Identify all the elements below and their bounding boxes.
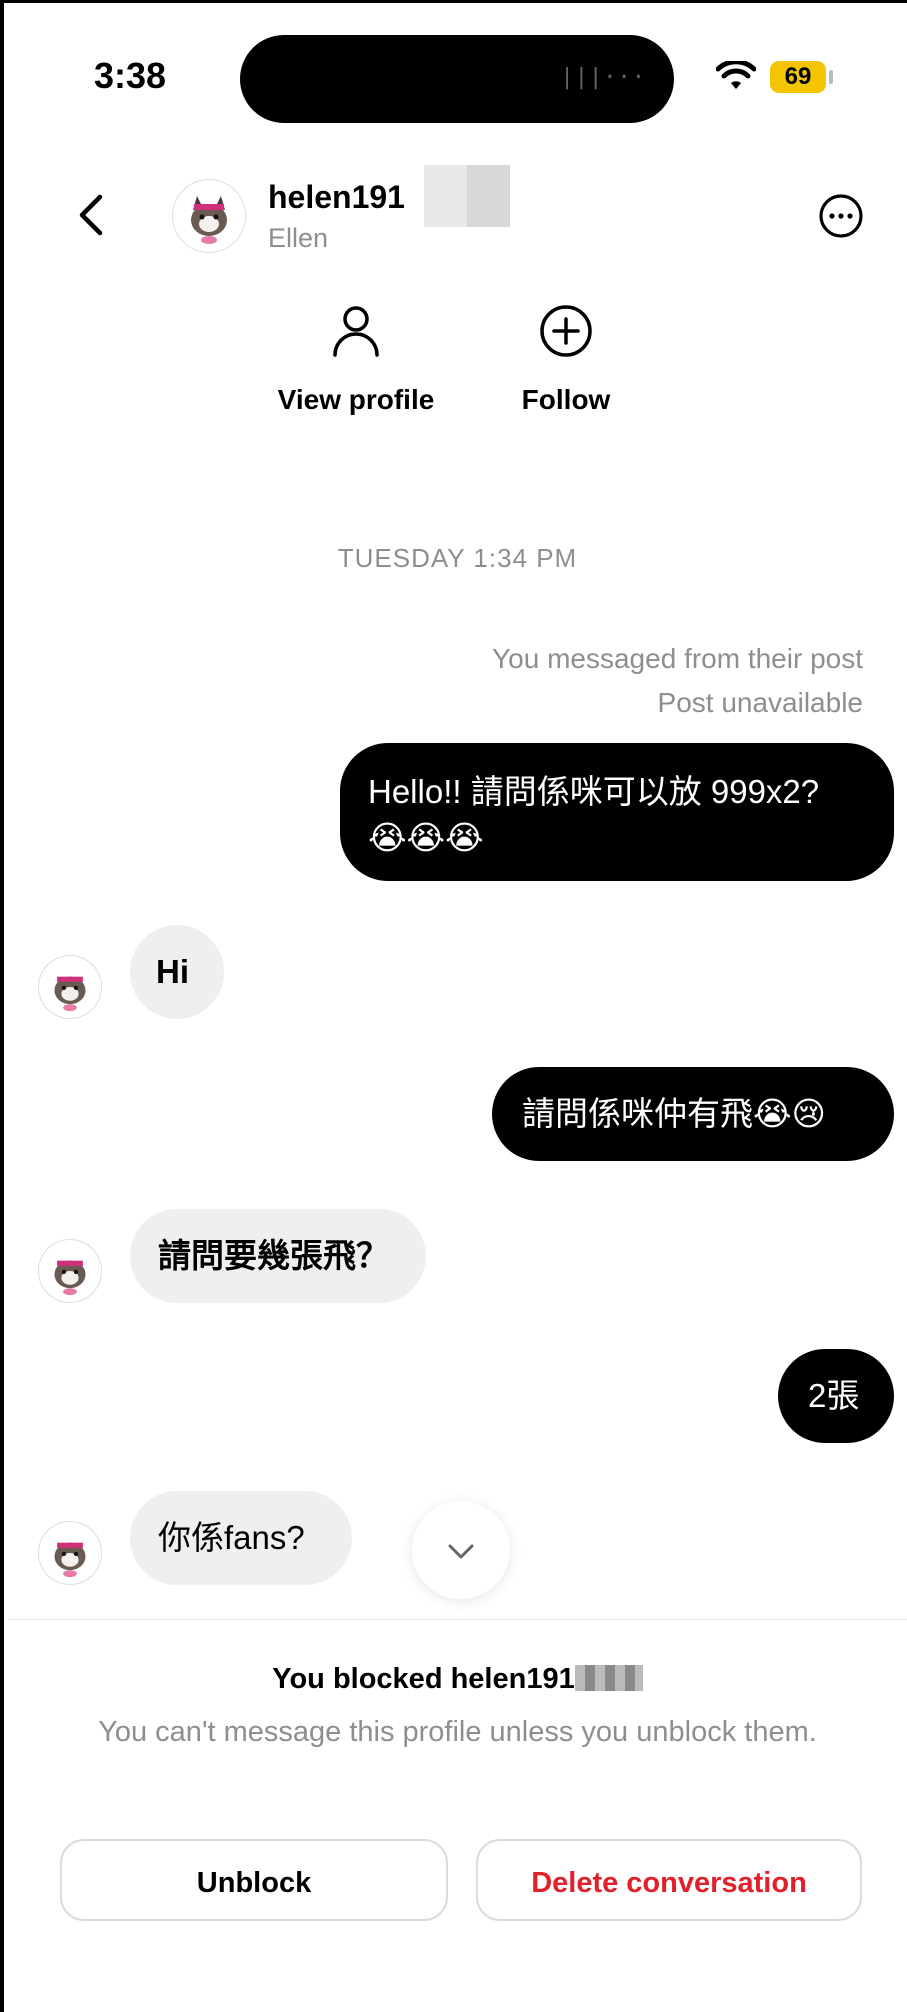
- cat-avatar-icon: [54, 976, 86, 1012]
- add-circle-icon: [540, 305, 592, 357]
- battery-cap: [829, 70, 833, 84]
- delete-conversation-button[interactable]: Delete conversation: [476, 1839, 862, 1921]
- cat-avatar-icon: [54, 1260, 86, 1296]
- message-bubble-outgoing[interactable]: Hello!! 請問係咪可以放 999x2? 😭😭😭: [340, 743, 894, 881]
- audio-wave-icon: |||···: [560, 65, 646, 90]
- message-text: Hello!! 請問係咪可以放 999x2?: [368, 773, 820, 810]
- post-context-line: You messaged from their post: [492, 643, 863, 674]
- person-icon: [333, 306, 379, 357]
- cat-avatar-icon: [54, 1542, 86, 1578]
- redaction-block: [424, 165, 510, 227]
- view-profile-button[interactable]: View profile: [256, 303, 456, 416]
- header-display-name: Ellen: [268, 223, 329, 253]
- avatar[interactable]: [38, 1239, 102, 1303]
- header-username[interactable]: helen191: [268, 179, 405, 216]
- status-time: 3:38: [94, 55, 167, 96]
- avatar[interactable]: [38, 1521, 102, 1585]
- wifi-icon: [716, 61, 756, 89]
- message-emoji: 😭😭😭: [368, 819, 484, 856]
- thread-timestamp: TUESDAY 1:34 PM: [337, 543, 578, 573]
- blocked-title-text: You blocked helen191: [272, 1663, 575, 1695]
- divider: [8, 1619, 907, 1620]
- back-arrow-icon[interactable]: [74, 191, 108, 239]
- message-bubble-outgoing[interactable]: 2張: [778, 1349, 894, 1443]
- cat-avatar-icon: [191, 196, 227, 244]
- blocked-subtitle: You can't message this profile unless yo…: [98, 1716, 817, 1748]
- avatar[interactable]: [172, 179, 246, 253]
- battery-indicator: 69: [770, 61, 826, 93]
- blocked-title: You blocked helen191: [4, 1663, 907, 1696]
- follow-button[interactable]: Follow: [466, 303, 666, 416]
- message-bubble-incoming[interactable]: 你係fans?: [130, 1491, 352, 1585]
- view-profile-label: View profile: [277, 384, 435, 415]
- avatar[interactable]: [38, 955, 102, 1019]
- screen: 3:38 |||··· 69 helen191 Ellen View profi…: [0, 0, 907, 2012]
- follow-label: Follow: [521, 384, 611, 415]
- chevron-down-icon: [448, 1544, 474, 1559]
- redaction-block: [574, 1665, 643, 1691]
- message-bubble-incoming[interactable]: 請問要幾張飛？: [130, 1209, 426, 1303]
- more-options-icon[interactable]: [818, 193, 864, 239]
- scroll-to-bottom-button[interactable]: [412, 1501, 510, 1599]
- unblock-button[interactable]: Unblock: [60, 1839, 448, 1921]
- post-unavailable-line: Post unavailable: [657, 687, 863, 718]
- dynamic-island: |||···: [240, 35, 674, 123]
- message-bubble-incoming[interactable]: Hi: [130, 925, 224, 1019]
- message-bubble-outgoing[interactable]: 請問係咪仲有飛😭😢: [492, 1067, 894, 1161]
